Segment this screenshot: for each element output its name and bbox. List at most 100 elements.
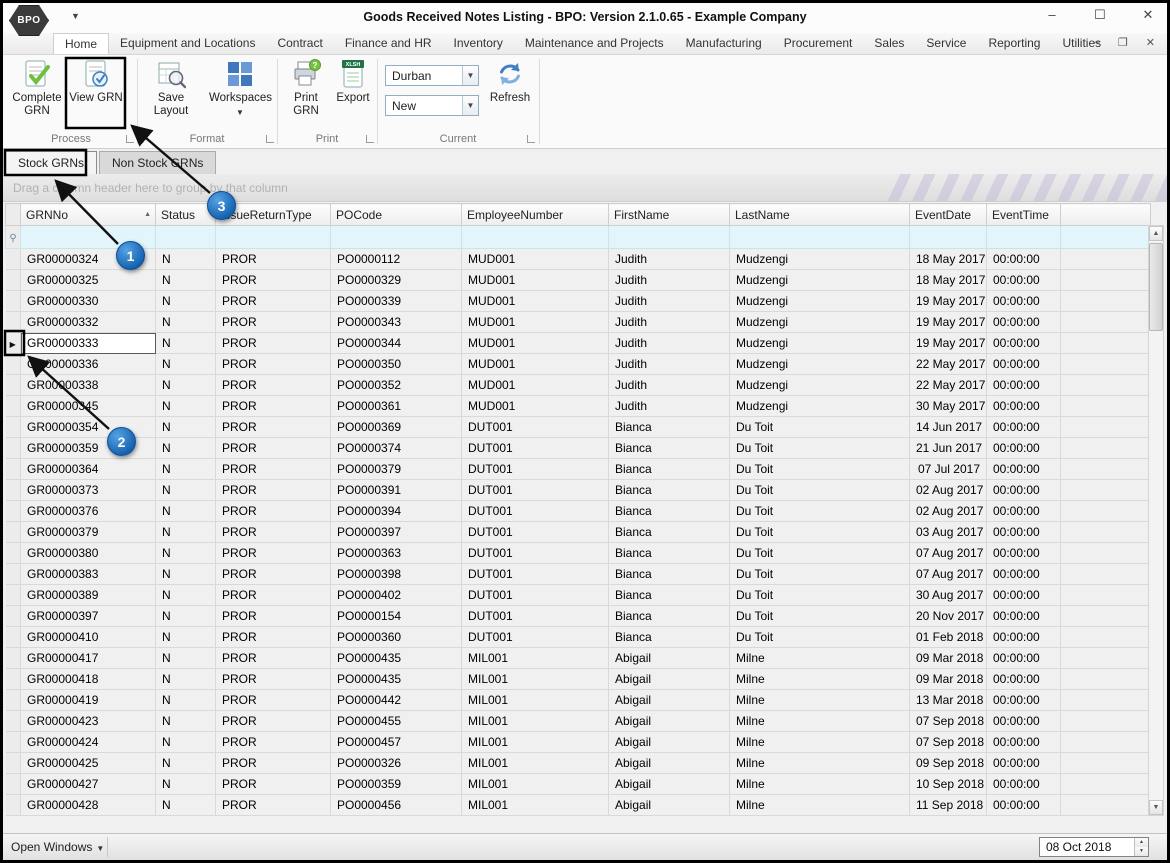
cell-lastname[interactable]: Mudzengi <box>730 375 910 396</box>
row-indicator[interactable] <box>6 753 21 774</box>
cell-status[interactable]: N <box>156 564 216 585</box>
menu-tab-manufacturing[interactable]: Manufacturing <box>675 33 773 54</box>
row-indicator[interactable] <box>6 564 21 585</box>
cell-firstname[interactable]: Bianca <box>609 438 730 459</box>
cell-lastname[interactable]: Du Toit <box>730 438 910 459</box>
table-row[interactable]: GR00000380NPRORPO0000363DUT001BiancaDu T… <box>6 543 1151 564</box>
cell-status[interactable]: N <box>156 606 216 627</box>
cell-employeenumber[interactable]: MUD001 <box>462 354 609 375</box>
cell-firstname[interactable]: Bianca <box>609 543 730 564</box>
date-spinner[interactable]: ▲ ▼ <box>1134 838 1148 856</box>
cell-firstname[interactable]: Abigail <box>609 753 730 774</box>
cell-eventdate[interactable]: 11 Sep 2018 <box>910 795 987 816</box>
cell-issuereturntype[interactable]: PROR <box>216 585 331 606</box>
cell-grnno[interactable]: GR00000373 <box>21 480 156 501</box>
cell-grnno[interactable]: GR00000419 <box>21 690 156 711</box>
scrollbar-thumb[interactable] <box>1149 243 1163 331</box>
cell-issuereturntype[interactable]: PROR <box>216 669 331 690</box>
cell-issuereturntype[interactable]: PROR <box>216 270 331 291</box>
cell-grnno[interactable]: GR00000336 <box>21 354 156 375</box>
cell-employeenumber[interactable]: MUD001 <box>462 396 609 417</box>
cell-grnno[interactable]: GR00000330 <box>21 291 156 312</box>
cell-issuereturntype[interactable]: PROR <box>216 522 331 543</box>
vertical-scrollbar[interactable]: ▲ ▼ <box>1148 225 1164 816</box>
row-indicator[interactable] <box>6 375 21 396</box>
cell-eventtime[interactable]: 00:00:00 <box>987 648 1061 669</box>
cell-eventdate[interactable]: 22 May 2017 <box>910 354 987 375</box>
table-row[interactable]: GR00000345NPRORPO0000361MUD001JudithMudz… <box>6 396 1151 417</box>
spinner-up-icon[interactable]: ▲ <box>1135 838 1148 847</box>
process-dialog-launcher-icon[interactable] <box>126 135 134 143</box>
cell-employeenumber[interactable]: MIL001 <box>462 690 609 711</box>
cell-issuereturntype[interactable]: PROR <box>216 564 331 585</box>
site-combobox[interactable]: Durban ▼ <box>385 65 479 86</box>
table-row[interactable]: GR00000397NPRORPO0000154DUT001BiancaDu T… <box>6 606 1151 627</box>
cell-lastname[interactable]: Du Toit <box>730 627 910 648</box>
cell-lastname[interactable]: Milne <box>730 669 910 690</box>
open-windows-dropdown[interactable]: Open Windows▼ <box>11 840 104 854</box>
row-indicator[interactable] <box>6 774 21 795</box>
cell-firstname[interactable]: Bianca <box>609 564 730 585</box>
cell-firstname[interactable]: Bianca <box>609 480 730 501</box>
cell-status[interactable]: N <box>156 249 216 270</box>
cell-issuereturntype[interactable]: PROR <box>216 291 331 312</box>
table-row[interactable]: ▶GR00000333NPRORPO0000344MUD001JudithMud… <box>6 333 1151 354</box>
table-row[interactable]: GR00000428NPRORPO0000456MIL001AbigailMil… <box>6 795 1151 816</box>
cell-eventtime[interactable]: 00:00:00 <box>987 354 1061 375</box>
cell-lastname[interactable]: Du Toit <box>730 606 910 627</box>
cell-eventtime[interactable]: 00:00:00 <box>987 501 1061 522</box>
cell-eventtime[interactable]: 00:00:00 <box>987 606 1061 627</box>
cell-issuereturntype[interactable]: PROR <box>216 333 331 354</box>
cell-firstname[interactable]: Judith <box>609 291 730 312</box>
cell-eventdate[interactable]: 09 Sep 2018 <box>910 753 987 774</box>
cell-firstname[interactable]: Bianca <box>609 585 730 606</box>
cell-employeenumber[interactable]: DUT001 <box>462 627 609 648</box>
cell-firstname[interactable]: Judith <box>609 375 730 396</box>
cell-eventtime[interactable]: 00:00:00 <box>987 333 1061 354</box>
cell-issuereturntype[interactable]: PROR <box>216 753 331 774</box>
cell-status[interactable]: N <box>156 732 216 753</box>
table-row[interactable]: GR00000389NPRORPO0000402DUT001BiancaDu T… <box>6 585 1151 606</box>
cell-grnno[interactable]: GR00000338 <box>21 375 156 396</box>
row-indicator[interactable] <box>6 795 21 816</box>
cell-firstname[interactable]: Judith <box>609 270 730 291</box>
cell-lastname[interactable]: Du Toit <box>730 543 910 564</box>
cell-pocode[interactable]: PO0000457 <box>331 732 462 753</box>
table-row[interactable]: GR00000427NPRORPO0000359MIL001AbigailMil… <box>6 774 1151 795</box>
cell-status[interactable]: N <box>156 627 216 648</box>
cell-grnno[interactable]: GR00000325 <box>21 270 156 291</box>
row-indicator[interactable] <box>6 711 21 732</box>
filter-cell-issuereturntype[interactable] <box>216 226 331 249</box>
cell-lastname[interactable]: Milne <box>730 753 910 774</box>
cell-employeenumber[interactable]: DUT001 <box>462 459 609 480</box>
cell-pocode[interactable]: PO0000361 <box>331 396 462 417</box>
cell-pocode[interactable]: PO0000394 <box>331 501 462 522</box>
menu-tab-maintenance-and-projects[interactable]: Maintenance and Projects <box>514 33 675 54</box>
cell-lastname[interactable]: Milne <box>730 648 910 669</box>
cell-grnno[interactable]: GR00000389 <box>21 585 156 606</box>
cell-eventdate[interactable]: 30 May 2017 <box>910 396 987 417</box>
cell-status[interactable]: N <box>156 480 216 501</box>
cell-grnno[interactable]: GR00000424 <box>21 732 156 753</box>
cell-firstname[interactable]: Judith <box>609 312 730 333</box>
table-row[interactable]: GR00000417NPRORPO0000435MIL001AbigailMil… <box>6 648 1151 669</box>
cell-lastname[interactable]: Du Toit <box>730 585 910 606</box>
cell-pocode[interactable]: PO0000350 <box>331 354 462 375</box>
save-layout-button[interactable]: Save Layout <box>143 59 199 118</box>
cell-status[interactable]: N <box>156 711 216 732</box>
table-row[interactable]: GR00000359NPRORPO0000374DUT001BiancaDu T… <box>6 438 1151 459</box>
cell-employeenumber[interactable]: DUT001 <box>462 564 609 585</box>
doc-minimize-button[interactable]: – <box>1094 36 1100 49</box>
status-combobox-dropdown-icon[interactable]: ▼ <box>462 96 478 115</box>
cell-eventdate[interactable]: 07 Aug 2017 <box>910 543 987 564</box>
column-header-firstname[interactable]: FirstName <box>609 204 730 226</box>
table-row[interactable]: GR00000325NPRORPO0000329MUD001JudithMudz… <box>6 270 1151 291</box>
row-indicator[interactable] <box>6 270 21 291</box>
cell-status[interactable]: N <box>156 795 216 816</box>
cell-pocode[interactable]: PO0000456 <box>331 795 462 816</box>
cell-status[interactable]: N <box>156 270 216 291</box>
row-indicator[interactable] <box>6 312 21 333</box>
cell-issuereturntype[interactable]: PROR <box>216 396 331 417</box>
cell-lastname[interactable]: Mudzengi <box>730 333 910 354</box>
cell-firstname[interactable]: Judith <box>609 333 730 354</box>
